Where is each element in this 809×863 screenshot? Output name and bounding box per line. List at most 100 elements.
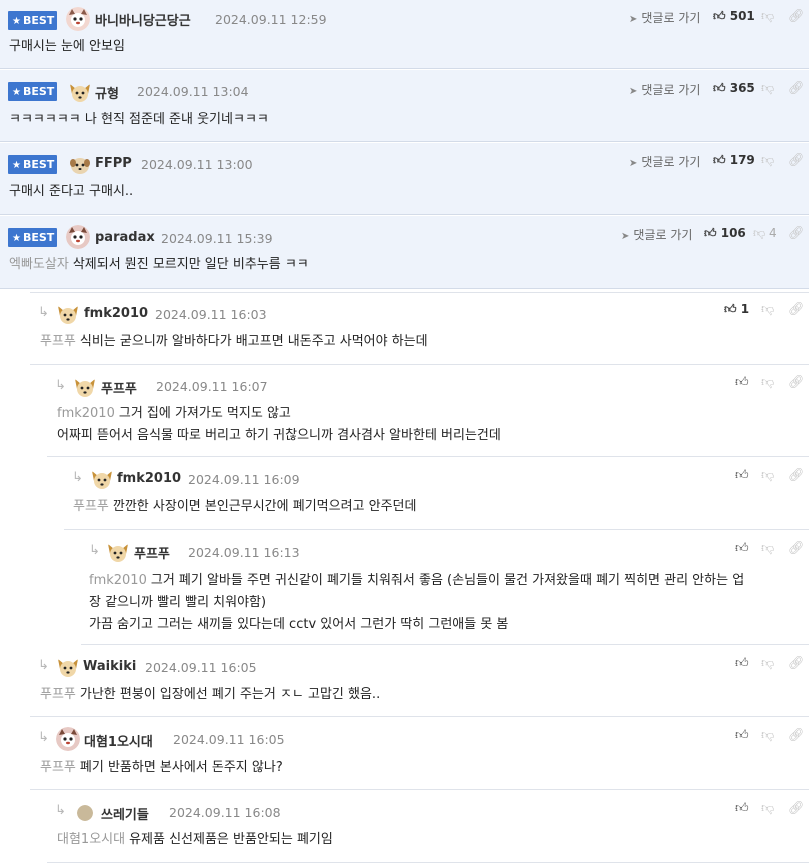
- comment-date: 2024.09.11 13:04: [137, 84, 249, 99]
- mention[interactable]: 푸프푸: [40, 334, 76, 349]
- comment-author[interactable]: 푸프푸: [101, 378, 137, 397]
- mention[interactable]: fmk2010: [89, 573, 147, 588]
- avatar[interactable]: [90, 467, 114, 491]
- avatar[interactable]: [77, 805, 93, 821]
- reply-comment: ↳ 푸프푸 2024.09.11 16:07 👍︎ 👎︎ 🔗︎ fmk2010 그…: [47, 366, 809, 457]
- link-icon[interactable]: 🔗︎: [788, 541, 805, 556]
- thumbs-up-icon[interactable]: 👍︎: [735, 468, 749, 483]
- thumbs-down-icon[interactable]: 👎︎: [761, 656, 775, 671]
- comment-line: 어짜피 뜯어서 음식물 따로 버리고 하기 귀찮으니까 겸사겸사 알바한테 버리…: [57, 428, 501, 443]
- comment-text: 대혐1오시대 유제품 신선제품은 반품안되는 폐기임: [57, 832, 333, 847]
- comment-date: 2024.09.11 16:03: [155, 307, 267, 322]
- comment-date: 2024.09.11 16:05: [173, 732, 285, 747]
- reply-comment: ↳ 대혐1오시대 2024.09.11 16:05 👍︎ 👎︎ 🔗︎ 푸프푸 폐기…: [30, 718, 809, 790]
- comment-line: fmk2010 그거 폐기 알바들 주면 귀신같이 폐기들 치워줘서 좋음 (손님…: [89, 573, 745, 588]
- thumbs-up-icon: 👍︎: [713, 9, 726, 23]
- avatar[interactable]: [68, 153, 92, 177]
- best-badge: ★ BEST: [8, 82, 57, 101]
- link-icon[interactable]: 🔗︎: [788, 226, 805, 241]
- comment-author[interactable]: 푸프푸: [134, 543, 170, 562]
- comment-author[interactable]: paradax: [95, 230, 155, 245]
- comment-author[interactable]: 쓰레기들: [101, 804, 149, 823]
- link-icon[interactable]: 🔗︎: [788, 656, 805, 671]
- goto-comment-link[interactable]: ➤ 댓글로 가기: [629, 81, 700, 98]
- comment-author[interactable]: FFPP: [95, 156, 132, 171]
- reply-arrow-icon: ↳: [55, 803, 66, 818]
- thumbs-down-icon[interactable]: 👎︎: [761, 302, 775, 317]
- avatar[interactable]: [68, 80, 92, 104]
- comment-text: ㅋㅋㅋㅋㅋㅋ 나 현직 점준데 준내 웃기네ㅋㅋㅋ: [9, 112, 269, 127]
- thumbs-down-icon[interactable]: 👎︎: [761, 728, 775, 743]
- link-icon[interactable]: 🔗︎: [788, 375, 805, 390]
- thumbs-up-icon: 👍︎: [713, 153, 726, 167]
- thumbs-down-icon[interactable]: 👎︎: [761, 801, 775, 816]
- link-icon[interactable]: 🔗︎: [788, 468, 805, 483]
- thumbs-up-icon: 👍︎: [704, 226, 717, 240]
- thumbs-down-icon[interactable]: 👎︎: [761, 153, 775, 168]
- avatar[interactable]: [106, 540, 130, 564]
- reply-comment: ↳ fmk2010 2024.09.11 16:09 👍︎ 👎︎ 🔗︎ 푸프푸 깐…: [64, 458, 809, 530]
- avatar[interactable]: [56, 655, 80, 679]
- comment-author[interactable]: 규형: [95, 83, 119, 102]
- thumbs-down-icon[interactable]: 👎︎: [761, 81, 775, 96]
- link-icon[interactable]: 🔗︎: [788, 302, 805, 317]
- thumbs-up-icon[interactable]: 👍︎: [735, 541, 749, 556]
- goto-comment-link[interactable]: ➤ 댓글로 가기: [621, 226, 692, 243]
- avatar[interactable]: [73, 375, 97, 399]
- link-icon[interactable]: 🔗︎: [788, 153, 805, 168]
- thumbs-down-icon: 👎︎: [753, 226, 766, 240]
- send-icon: ➤: [629, 158, 638, 169]
- goto-comment-link[interactable]: ➤ 댓글로 가기: [629, 9, 700, 26]
- thumbs-up-icon[interactable]: 👍︎: [735, 375, 749, 390]
- comment-author[interactable]: fmk2010: [117, 471, 181, 486]
- goto-comment-link[interactable]: ➤ 댓글로 가기: [629, 153, 700, 170]
- link-icon[interactable]: 🔗︎: [788, 801, 805, 816]
- send-icon: ➤: [629, 14, 638, 25]
- mention[interactable]: 대혐1오시대: [57, 832, 125, 847]
- comment-author[interactable]: 대혐1오시대: [84, 731, 153, 750]
- mention[interactable]: 푸프푸: [40, 687, 76, 702]
- mention[interactable]: 푸프푸: [40, 760, 76, 775]
- comment-text: fmk2010 그거 폐기 알바들 주면 귀신같이 폐기들 치워줘서 좋음 (손님…: [89, 570, 795, 636]
- link-icon[interactable]: 🔗︎: [788, 728, 805, 743]
- thumbs-down-icon[interactable]: 👎︎: [761, 468, 775, 483]
- comment-author[interactable]: fmk2010: [84, 306, 148, 321]
- thumbs-up-icon[interactable]: 👍︎: [735, 656, 749, 671]
- comment-text: 엑빠도살자 삭제되서 뭔진 모르지만 일단 비추누름 ㅋㅋ: [9, 257, 309, 272]
- thumbs-up-icon[interactable]: 👍︎: [735, 728, 749, 743]
- comment-author[interactable]: Waikiki: [83, 659, 136, 674]
- comment-text: 푸프푸 식비는 굳으니까 알바하다가 배고프면 내돈주고 사먹어야 하는데: [40, 334, 428, 349]
- like-button[interactable]: 👍︎ 1: [724, 302, 749, 317]
- avatar[interactable]: [66, 225, 90, 249]
- comment-author[interactable]: 바니바니당근당근: [95, 10, 191, 29]
- comment-date: 2024.09.11 13:00: [141, 157, 253, 172]
- thumbs-down-icon[interactable]: 👎︎: [761, 375, 775, 390]
- dislike-button[interactable]: 👎︎ 4: [753, 226, 777, 241]
- comment-text: 푸프푸 가난한 편붕이 입장에선 폐기 주는거 ㅈㄴ 고맙긴 했음..: [40, 687, 381, 702]
- mention[interactable]: 푸프푸: [73, 499, 109, 514]
- avatar[interactable]: [56, 302, 80, 326]
- comment-date: 2024.09.11 15:39: [161, 231, 273, 246]
- avatar[interactable]: [66, 7, 90, 31]
- best-comment: ★ BEST paradax 2024.09.11 15:39 ➤ 댓글로 가기 👍…: [0, 216, 809, 289]
- like-button[interactable]: 👍︎ 365: [713, 81, 755, 96]
- reply-comment: ↳ 쓰레기들 2024.09.11 16:08 👍︎ 👎︎ 🔗︎ 대혐1오시대 유…: [47, 791, 809, 863]
- best-comment: ★ BEST 규형 2024.09.11 13:04 ➤ 댓글로 가기 👍︎ 365…: [0, 70, 809, 142]
- mention[interactable]: fmk2010: [57, 406, 115, 421]
- link-icon[interactable]: 🔗︎: [788, 81, 805, 96]
- comment-text: 구매시 준다고 구매시..: [9, 184, 134, 199]
- like-button[interactable]: 👍︎ 501: [713, 9, 755, 24]
- comment-line: fmk2010 그거 집에 가져가도 먹지도 않고: [57, 406, 291, 421]
- thumbs-down-icon[interactable]: 👎︎: [761, 9, 775, 24]
- star-icon: ★: [12, 16, 21, 27]
- thumbs-up-icon[interactable]: 👍︎: [735, 801, 749, 816]
- thumbs-down-icon[interactable]: 👎︎: [761, 541, 775, 556]
- comment-line: 가끔 숨기고 그러는 새끼들 있다는데 cctv 있어서 그런가 딱히 그런애들…: [89, 617, 509, 632]
- comment-text: fmk2010 그거 집에 가져가도 먹지도 않고 어짜피 뜯어서 음식물 따로 …: [57, 403, 799, 447]
- like-button[interactable]: 👍︎ 106: [704, 226, 746, 241]
- like-button[interactable]: 👍︎ 179: [713, 153, 755, 168]
- reply-comment: ↳ Waikiki 2024.09.11 16:05 👍︎ 👎︎ 🔗︎ 푸프푸 가…: [30, 646, 809, 717]
- avatar[interactable]: [56, 727, 80, 751]
- mention[interactable]: 엑빠도살자: [9, 257, 69, 272]
- link-icon[interactable]: 🔗︎: [788, 9, 805, 24]
